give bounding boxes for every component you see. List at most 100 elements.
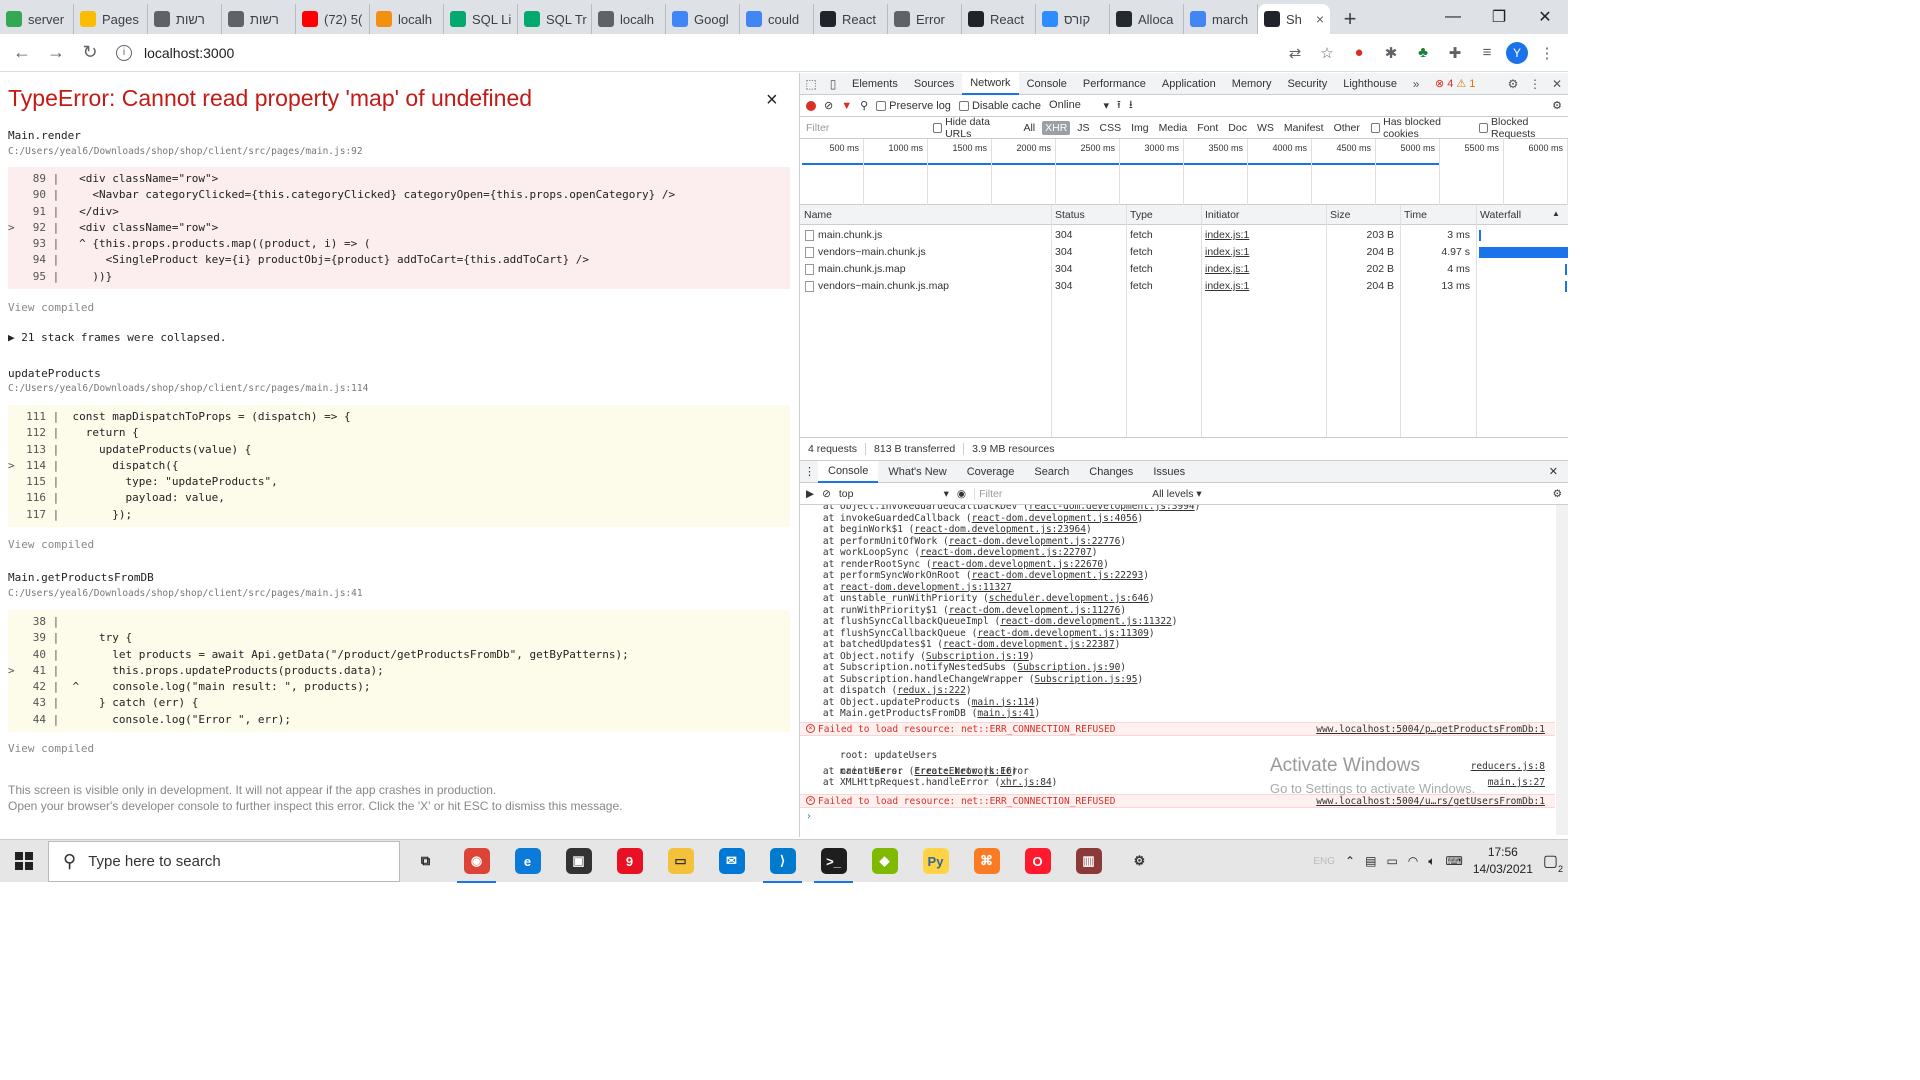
type-filter-doc[interactable]: Doc (1225, 121, 1250, 135)
hide-data-urls-checkbox[interactable]: Hide data URLs (932, 116, 1013, 140)
console-prompt[interactable]: › (806, 811, 1561, 822)
windows-start-icon[interactable] (0, 840, 48, 883)
devtools-tab-console[interactable]: Console (1019, 73, 1075, 95)
stack-source-link[interactable]: react-dom.development.js:22776 (949, 536, 1121, 547)
stack-source-link[interactable]: Subscription.js:19 (926, 651, 1029, 662)
import-har-icon[interactable]: ⭱ (1117, 96, 1121, 115)
wifi-icon[interactable]: ◠ (1408, 854, 1418, 868)
bug-extension-icon[interactable]: ✱ (1378, 40, 1404, 66)
stack-source-link[interactable]: react-dom.development.js:22387 (943, 639, 1115, 650)
drawer-tab-search[interactable]: Search (1024, 461, 1079, 483)
log-levels-select[interactable]: All levels ▾ (1152, 488, 1202, 500)
browser-tab[interactable]: Alloca (1110, 4, 1184, 34)
context-select[interactable]: top ▾ (839, 488, 949, 500)
type-filter-img[interactable]: Img (1128, 121, 1152, 135)
taskbar-xampp[interactable]: ⌘ (961, 840, 1012, 883)
search-icon[interactable]: ⚲ (860, 99, 868, 112)
battery-icon[interactable]: ▭ (1386, 854, 1397, 868)
has-blocked-cookies-checkbox[interactable]: Has blocked cookies (1370, 116, 1471, 140)
browser-tab[interactable]: (72) 5( (296, 4, 370, 34)
devtools-tab-performance[interactable]: Performance (1075, 73, 1154, 95)
filter-input[interactable]: Filter (806, 122, 925, 134)
taskbar-file-explorer[interactable]: ▭ (655, 840, 706, 883)
table-row[interactable]: vendors~main.chunk.js.map 304 fetch index.j… (800, 278, 1568, 295)
frame-path[interactable]: C:/Users/yeal6/Downloads/shop/shop/clien… (8, 383, 368, 394)
error-source-link[interactable]: www.localhost:5004/p…getProductsFromDb:1 (1316, 723, 1545, 736)
devtools-tab-elements[interactable]: Elements (844, 73, 906, 95)
close-tab-icon[interactable]: × (1316, 11, 1324, 27)
new-tab-icon[interactable]: + (1330, 4, 1370, 34)
notifications-icon[interactable]: ▢ 2 (1543, 851, 1563, 874)
stack-source-link[interactable]: react-dom.development.js:11276 (949, 605, 1121, 616)
type-filter-js[interactable]: JS (1074, 121, 1092, 135)
opera-extension-icon[interactable]: ● (1346, 40, 1372, 66)
browser-tab[interactable]: React (962, 4, 1036, 34)
browser-tab[interactable]: Error (888, 4, 962, 34)
browser-tab[interactable]: SQL Tr (518, 4, 592, 34)
request-initiator[interactable]: index.js:1 (1205, 246, 1249, 258)
type-filter-ws[interactable]: WS (1254, 121, 1277, 135)
sort-asc-icon[interactable]: ▲ (1552, 209, 1560, 218)
profile-avatar[interactable]: Y (1506, 41, 1528, 64)
clear-icon[interactable]: ⊘ (824, 99, 833, 112)
stack-source-link[interactable]: react-dom.development.js:4056 (972, 513, 1138, 524)
stack-source-link[interactable]: scheduler.development.js:646 (989, 593, 1149, 604)
devtools-tab-memory[interactable]: Memory (1224, 73, 1280, 95)
clear-console-icon[interactable]: ⊘ (822, 488, 831, 500)
network-overview-timeline[interactable]: 500 ms 1000 ms 1500 ms 2000 ms 2500 ms 3000 m… (800, 139, 1568, 205)
type-filter-css[interactable]: CSS (1097, 121, 1125, 135)
stack-source-link[interactable]: react-dom.development.js:23964 (914, 524, 1086, 535)
taskbar-store[interactable]: ▣ (553, 840, 604, 883)
table-row[interactable]: main.chunk.js 304 fetch index.js:1 203 B 3 ms (800, 227, 1568, 244)
minimize-icon[interactable]: — (1430, 0, 1476, 34)
network-icon[interactable]: ▤ (1365, 854, 1376, 868)
browser-tab[interactable]: localh (592, 4, 666, 34)
console-scrollbar[interactable] (1556, 505, 1568, 835)
browser-tab[interactable]: could (740, 4, 814, 34)
collapsed-frames-toggle[interactable]: ▶ 21 stack frames were collapsed. (8, 331, 227, 344)
network-settings-icon[interactable]: ⚙ (1552, 99, 1568, 112)
media-control-icon[interactable]: ≡ (1474, 40, 1500, 66)
issues-badge[interactable]: ⊗ 4 ⚠ 1 (1427, 73, 1483, 95)
type-filter-manifest[interactable]: Manifest (1281, 121, 1327, 135)
taskbar-vscode[interactable]: ⟩ (757, 840, 808, 883)
restore-icon[interactable]: ❐ (1476, 0, 1522, 34)
settings-gear-icon[interactable]: ⚙ (1502, 73, 1524, 95)
browser-tab[interactable]: רשות (148, 4, 222, 34)
close-devtools-icon[interactable]: ✕ (1546, 73, 1568, 95)
taskbar-winrar[interactable]: ▥ (1063, 840, 1114, 883)
taskbar-task-view[interactable]: ⧉ (400, 840, 451, 883)
forward-icon[interactable]: → (42, 39, 70, 67)
address-bar[interactable]: i localhost:3000 (110, 38, 1276, 67)
taskbar-opera[interactable]: O (1012, 840, 1063, 883)
taskbar-terminal[interactable]: >_ (808, 840, 859, 883)
view-compiled-link[interactable]: View compiled (8, 301, 94, 314)
taskbar-gitkraken[interactable]: ◆ (859, 840, 910, 883)
type-filter-xhr[interactable]: XHR (1042, 120, 1071, 135)
taskbar-search[interactable]: ⚲ Type here to search (48, 840, 400, 882)
taskbar-mail[interactable]: ✉ (706, 840, 757, 883)
col-status[interactable]: Status (1055, 209, 1085, 221)
stack-source-link[interactable]: redux.js:222 (897, 685, 966, 696)
devtools-tab-lighthouse[interactable]: Lighthouse (1335, 73, 1405, 95)
tree-extension-icon[interactable]: ♣ (1410, 40, 1436, 66)
col-waterfall[interactable]: Waterfall (1480, 209, 1521, 221)
browser-tab[interactable]: Googl (666, 4, 740, 34)
type-filter-other[interactable]: Other (1331, 121, 1363, 135)
browser-tab[interactable]: Sh × (1258, 4, 1330, 34)
type-filter-media[interactable]: Media (1156, 121, 1191, 135)
col-type[interactable]: Type (1130, 209, 1153, 221)
type-filter-font[interactable]: Font (1194, 121, 1221, 135)
reload-icon[interactable]: ↻ (76, 39, 104, 67)
stack-source-link[interactable]: react-dom.development.js:3994 (1029, 505, 1195, 512)
close-window-icon[interactable]: ✕ (1522, 0, 1568, 34)
show-hidden-icons-icon[interactable]: ⌃ (1345, 854, 1355, 868)
inspect-element-icon[interactable]: ⬚ (800, 73, 822, 95)
taskbar-phone[interactable]: 9 (604, 840, 655, 883)
devtools-menu-icon[interactable]: ⋮ (1524, 73, 1546, 95)
browser-tab[interactable]: SQL Li (444, 4, 518, 34)
browser-tab[interactable]: רשות (222, 4, 296, 34)
table-row[interactable]: main.chunk.js.map 304 fetch index.js:1 202 B… (800, 261, 1568, 278)
drawer-tab-what-s-new[interactable]: What's New (878, 461, 956, 483)
view-compiled-link[interactable]: View compiled (8, 538, 94, 551)
